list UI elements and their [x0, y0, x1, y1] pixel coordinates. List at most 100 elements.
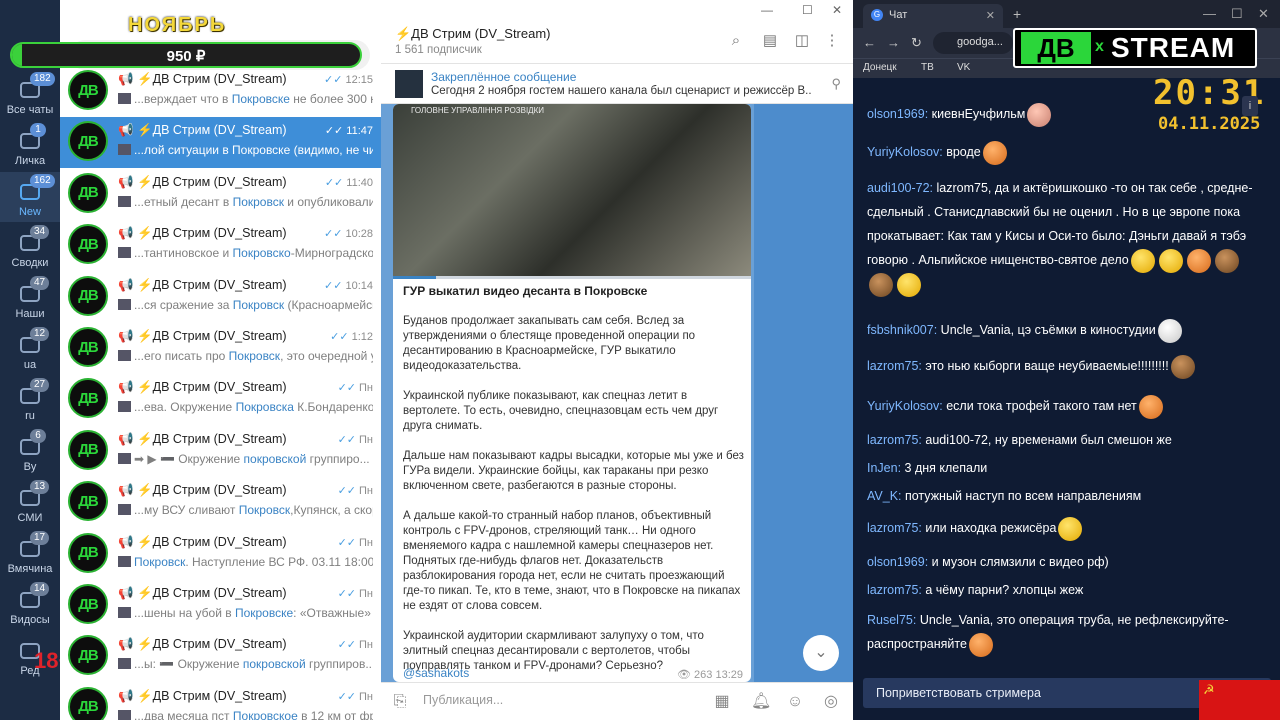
chat-list-item[interactable]: ДВ 📢 ⚡ДВ Стрим (DV_Stream) ✓✓ 12:15 ...вержд… [60, 66, 381, 117]
discussion-icon[interactable]: ▤ [762, 33, 778, 49]
preview-text: ...его писать про [134, 349, 229, 363]
preview-highlight: Покровск [232, 194, 284, 209]
emote-icon [1157, 318, 1182, 343]
chat-list-item[interactable]: ДВ 📢 ⚡ДВ Стрим (DV_Stream) ✓✓ Пн ...му ВСУ с… [60, 477, 381, 528]
back-icon[interactable]: ← [863, 35, 876, 50]
more-menu-icon[interactable]: ⋮ [824, 33, 840, 49]
silent-bell-icon[interactable]: 🔔︎ [751, 693, 771, 711]
pinned-text: Сегодня 2 ноября гостем нашего канала бы… [431, 85, 811, 97]
chat-username[interactable]: Rusel75: [867, 613, 916, 627]
post-author-link[interactable]: @sashakots [403, 666, 469, 680]
preview-text: ...му ВСУ сливают [134, 503, 239, 518]
chat-username[interactable]: fsbshnik007: [867, 323, 937, 337]
chat-list-item[interactable]: ДВ 📢 ⚡ДВ Стрим (DV_Stream) ✓✓ Пн ...два меся… [60, 683, 381, 720]
media-thumb-icon [118, 195, 131, 207]
chat-item-time-wrap: ✓✓ Пн [338, 638, 373, 651]
folder-item[interactable]: Видосы 14 [0, 580, 60, 630]
attach-icon[interactable]: ⎘ [391, 693, 409, 711]
chat-list-item[interactable]: ДВ 📢 ⚡ДВ Стрим (DV_Stream) ✓✓ 11:40 ...етный… [60, 169, 381, 220]
sidebar-toggle-icon[interactable]: ◫ [794, 33, 810, 49]
read-check-icon: ✓✓ [324, 176, 344, 189]
stream-chat-line: fsbshnik007: Uncle_Vania, цэ съёмки в ки… [867, 318, 1257, 343]
close-icon[interactable]: ✕ [832, 3, 842, 17]
chat-username[interactable]: lazrom75: [867, 433, 922, 447]
chat-username[interactable]: YuriyKolosov: [867, 145, 943, 159]
video-progress[interactable] [393, 276, 751, 279]
chat-username[interactable]: olson1969: [867, 555, 928, 569]
minimize-icon[interactable]: — [761, 3, 773, 17]
video-player[interactable]: ГОЛОВНЕ УПРАВЛІННЯ РОЗВІДКИ [393, 104, 751, 276]
folder-unread-badge: 182 [30, 72, 55, 86]
chat-list-item[interactable]: ДВ 📢 ⚡ДВ Стрим (DV_Stream) ✓✓ 11:47 ...лой с… [60, 117, 381, 169]
schedule-icon[interactable]: ▦ [713, 693, 731, 711]
folder-item[interactable]: СМИ 13 [0, 478, 60, 528]
bookmark-1[interactable]: Донецк [863, 62, 897, 73]
browser-tab[interactable]: G Чат ✕ [863, 4, 1003, 28]
pin-list-icon[interactable]: ⚲ [831, 76, 841, 92]
read-check-icon: ✓✓ [337, 639, 357, 652]
browser-minimize-icon[interactable]: — [1203, 6, 1216, 21]
bookmark-3[interactable]: VK [957, 62, 970, 73]
reload-icon[interactable]: ↻ [911, 35, 922, 51]
chat-item-title: 📢 ⚡ДВ Стрим (DV_Stream) [118, 380, 287, 395]
chat-username[interactable]: lazrom75: [867, 359, 922, 373]
chat-username[interactable]: InJen: [867, 461, 901, 475]
chat-username[interactable]: lazrom75: [867, 583, 922, 597]
pinned-message[interactable]: Закреплённое сообщение Сегодня 2 ноября … [381, 64, 853, 104]
chat-username[interactable]: lazrom75: [867, 521, 922, 535]
browser-maximize-icon[interactable]: ☐ [1231, 6, 1243, 22]
tab-close-icon[interactable]: ✕ [986, 9, 995, 22]
emoji-icon[interactable]: ☺ [786, 693, 804, 711]
chat-item-title: 📢 ⚡ДВ Стрим (DV_Stream) [118, 534, 287, 549]
url-field[interactable]: goodga... [933, 32, 1013, 54]
chat-username[interactable]: olson1969: [867, 107, 928, 121]
folder-item[interactable]: New 162 [0, 172, 60, 222]
chat-list-item[interactable]: ДВ 📢 ⚡ДВ Стрим (DV_Stream) ✓✓ 10:14 ...ся ср… [60, 272, 381, 323]
emote-icon [982, 140, 1007, 165]
read-check-icon: ✓✓ [330, 331, 349, 343]
avatar: ДВ [68, 70, 108, 110]
chat-username[interactable]: YuriyKolosov: [867, 399, 943, 413]
camera-icon[interactable]: ◎ [822, 693, 840, 711]
chat-list-item[interactable]: ДВ 📢 ⚡ДВ Стрим (DV_Stream) ✓✓ Пн ...ева. Окр… [60, 374, 381, 425]
folder-label: New [18, 206, 41, 218]
browser-close-icon[interactable]: ✕ [1258, 6, 1269, 22]
chat-username[interactable]: AV_K: [867, 489, 902, 503]
preview-text-rest: . Наступление ВС РФ. 03.11 18:00 п... [185, 554, 373, 569]
chat-list-item[interactable]: ДВ 📢 ⚡ДВ Стрим (DV_Stream) ✓✓ Пн ...ы: ➖ Окр… [60, 631, 381, 682]
media-thumb-icon [118, 452, 131, 464]
chat-header[interactable]: ⚡ДВ Стрим (DV_Stream) 1 561 подписчик ⌕ … [381, 18, 853, 64]
chat-username[interactable]: audi100-72: [867, 181, 933, 195]
folder-item[interactable]: ua 12 [0, 325, 60, 375]
read-check-icon: ✓✓ [337, 588, 357, 600]
search-icon[interactable]: ⌕ [728, 33, 744, 49]
emote-icon [1138, 394, 1163, 419]
new-tab-icon[interactable]: + [1013, 6, 1021, 22]
preview-highlight: Покровске [234, 606, 294, 620]
bookmark-2[interactable]: ТВ [921, 62, 934, 73]
folder-item[interactable]: Личка 1 [0, 121, 60, 171]
folder-item[interactable]: Вмячина 17 [0, 529, 60, 579]
compose-input[interactable]: Публикация... [423, 693, 503, 707]
folder-item[interactable]: Наши 47 [0, 274, 60, 324]
preview-text-rest: не более 300 н... [293, 92, 373, 106]
chat-list-item[interactable]: ДВ 📢 ⚡ДВ Стрим (DV_Stream) ✓✓ Пн Покровск. Н… [60, 529, 381, 580]
forward-icon[interactable]: → [887, 35, 900, 50]
chat-list-item[interactable]: ДВ 📢 ⚡ДВ Стрим (DV_Stream) ✓✓ Пн ➡ ▶ ➖ Окруж… [60, 426, 381, 477]
chat-item-time-wrap: ✓✓ Пн [338, 690, 373, 703]
chat-list-item[interactable]: ДВ 📢 ⚡ДВ Стрим (DV_Stream) ✓✓ Пн ...шены на … [60, 580, 381, 631]
soviet-flag: ☭ [1199, 680, 1280, 720]
chat-list-item[interactable]: ДВ 📢 ⚡ДВ Стрим (DV_Stream) ✓✓ 10:28 ...танти… [60, 220, 381, 271]
emote-icon [968, 632, 993, 657]
preview-highlight: Покровск [238, 503, 291, 518]
folder-item[interactable]: Сводки 34 [0, 223, 60, 273]
folder-item[interactable]: ru 27 [0, 376, 60, 426]
maximize-icon[interactable]: ☐ [802, 3, 813, 17]
chat-list-item[interactable]: ДВ 📢 ⚡ДВ Стрим (DV_Stream) ✓✓ 1:12 ...его пи… [60, 323, 381, 374]
scroll-down-button[interactable]: ⌄ [803, 635, 839, 671]
stream-chat-line: Rusel75: Uncle_Vania, это операция труба… [867, 608, 1257, 657]
media-thumb-icon [118, 350, 131, 361]
folder-item[interactable]: Все чаты 182 [0, 70, 60, 120]
folder-item[interactable]: By 6 [0, 427, 60, 477]
chat-text: а чёму парни? хлопцы жеж [921, 583, 1084, 597]
